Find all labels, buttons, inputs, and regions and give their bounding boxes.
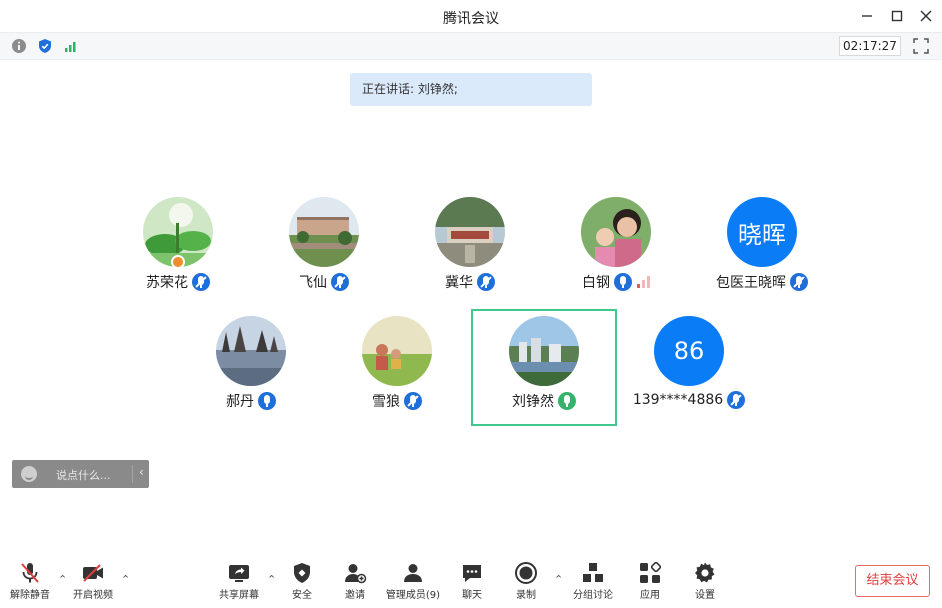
chat-placeholder: 说点什么... xyxy=(56,469,111,482)
settings-button[interactable]: 设置 xyxy=(675,555,735,605)
fullscreen-icon xyxy=(913,38,929,54)
avatar xyxy=(362,316,432,386)
participant-name: 包医王晓晖 xyxy=(716,275,786,291)
mic-muted-icon xyxy=(477,273,495,291)
avatar: 86 xyxy=(654,316,724,386)
participant-name: 139****4886 xyxy=(632,392,724,408)
record-icon xyxy=(515,562,537,584)
mic-muted-icon xyxy=(404,392,422,410)
avatar: 晓晖 xyxy=(727,197,797,267)
video-off-icon xyxy=(83,564,103,582)
close-icon xyxy=(920,10,932,22)
mic-on-icon xyxy=(614,273,632,291)
close-button[interactable] xyxy=(915,5,937,27)
lake-photo-icon xyxy=(216,316,286,386)
city-photo-icon xyxy=(509,316,579,386)
speaking-name: 刘铮然; xyxy=(417,82,458,96)
field-photo-icon xyxy=(362,316,432,386)
avatar xyxy=(581,197,651,267)
minimize-button[interactable] xyxy=(856,5,878,27)
mic-speaking-icon xyxy=(558,392,576,410)
maximize-icon xyxy=(891,10,903,22)
invite-user-icon xyxy=(345,564,367,584)
shield-icon xyxy=(39,39,51,53)
participant-tile[interactable]: 86 139****4886 xyxy=(614,307,764,423)
info-button[interactable] xyxy=(10,37,28,55)
unmute-button[interactable]: 解除静音 xyxy=(0,555,60,605)
mic-muted-icon xyxy=(21,563,39,583)
speaking-prefix: 正在讲话: xyxy=(362,82,415,96)
participant-tile[interactable]: 飞仙 xyxy=(249,188,399,304)
speaking-indicator: 正在讲话: 刘铮然; xyxy=(350,73,592,106)
fullscreen-button[interactable] xyxy=(912,37,930,55)
mic-muted-icon xyxy=(727,391,746,409)
security-status-button[interactable] xyxy=(36,37,54,55)
mic-muted-icon xyxy=(790,273,808,291)
share-screen-icon xyxy=(229,565,249,582)
mic-muted-icon xyxy=(331,273,349,291)
participant-name: 郝丹 xyxy=(226,394,254,410)
breakout-rooms-icon xyxy=(583,563,603,582)
participant-name: 冀华 xyxy=(445,275,473,291)
participant-name: 苏荣花 xyxy=(146,275,188,291)
avatar xyxy=(435,197,505,267)
collapse-chevron-icon[interactable]: ‹ xyxy=(139,465,144,479)
title-bar: 腾讯会议 xyxy=(0,0,942,33)
campus-photo-icon xyxy=(289,197,359,267)
video-options-chevron-icon[interactable]: ⌃ xyxy=(121,573,131,586)
avatar xyxy=(289,197,359,267)
participant-tile[interactable]: 白钢 xyxy=(541,188,691,304)
avatar xyxy=(509,316,579,386)
maximize-button[interactable] xyxy=(886,5,908,27)
avatar xyxy=(216,316,286,386)
family-photo-icon xyxy=(581,197,651,267)
participant-tile[interactable]: 苏荣花 xyxy=(103,188,253,304)
start-video-label: 开启视频 xyxy=(73,590,113,601)
meeting-timer: 02:17:27 xyxy=(839,36,901,56)
bottom-toolbar: 解除静音 ⌃ 开启视频 ⌃ 共享屏幕 ⌃ 安全 邀请 管理成员(9) 聊天 录制… xyxy=(0,555,942,608)
mic-on-icon xyxy=(258,392,276,410)
building-photo-icon xyxy=(435,197,505,267)
mic-muted-icon xyxy=(192,273,210,291)
end-meeting-button[interactable]: 结束会议 xyxy=(855,565,930,597)
participant-tile[interactable]: 晓晖 包医王晓晖 xyxy=(687,188,837,304)
meeting-info-bar: 02:17:27 xyxy=(0,33,942,60)
participant-name: 刘铮然 xyxy=(512,394,554,410)
signal-icon xyxy=(65,42,76,52)
settings-label: 设置 xyxy=(695,590,715,601)
emoji-icon[interactable] xyxy=(21,466,37,482)
gear-icon xyxy=(695,562,715,583)
minimize-icon xyxy=(862,15,872,17)
participant-name: 飞仙 xyxy=(299,275,327,291)
share-screen-button[interactable]: 共享屏幕 xyxy=(209,555,269,605)
participant-tile-active[interactable]: 刘铮然 xyxy=(471,309,617,426)
window-title: 腾讯会议 xyxy=(443,11,499,27)
participant-name: 雪狼 xyxy=(372,394,400,410)
record-button[interactable]: 录制 xyxy=(496,555,556,605)
participant-tile[interactable]: 郝丹 xyxy=(176,307,326,423)
chat-quick-input[interactable]: 说点什么... ‹ xyxy=(12,460,149,488)
apps-grid-icon xyxy=(640,561,662,583)
chat-bubble-icon xyxy=(463,565,481,582)
host-badge-icon xyxy=(171,255,185,269)
participant-name: 白钢 xyxy=(582,275,610,291)
start-video-button[interactable]: 开启视频 xyxy=(63,555,123,605)
security-shield-icon xyxy=(294,563,310,583)
network-status-button[interactable] xyxy=(62,37,80,55)
participant-tile[interactable]: 雪狼 xyxy=(322,307,472,423)
members-icon xyxy=(404,564,422,582)
participant-tile[interactable]: 冀华 xyxy=(395,188,545,304)
weak-signal-icon xyxy=(636,276,650,288)
info-icon xyxy=(12,39,26,53)
